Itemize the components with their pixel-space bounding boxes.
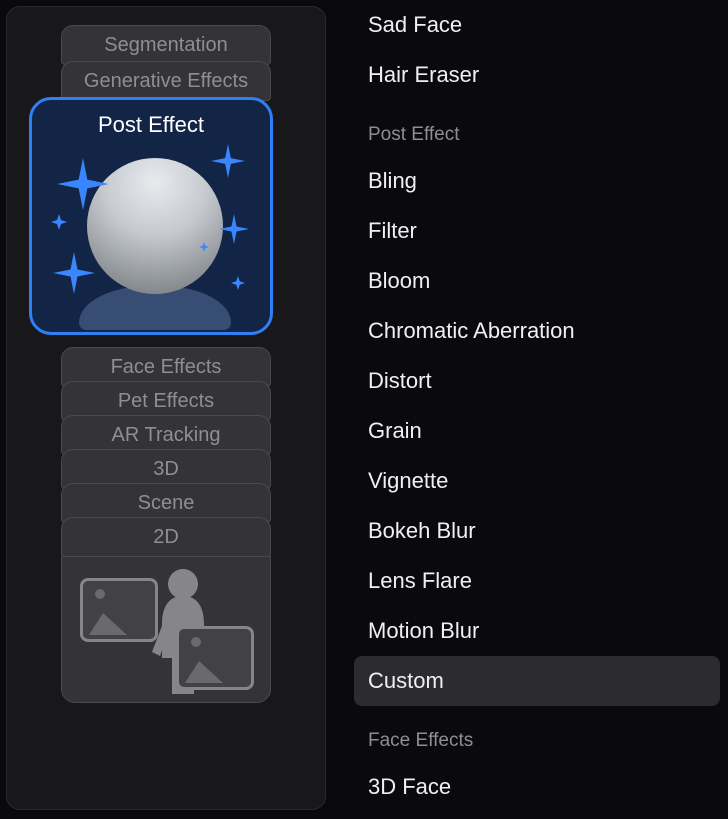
top-items-group: Sad Face Hair Eraser [354, 0, 720, 100]
effect-item-custom[interactable]: Custom [354, 656, 720, 706]
section-title-face-effects: Face Effects [354, 706, 720, 762]
effect-item-chromatic-aberration[interactable]: Chromatic Aberration [354, 306, 720, 356]
category-panel: Segmentation Generative Effects Post Eff… [6, 6, 326, 810]
post-effect-group: Bling Filter Bloom Chromatic Aberration … [354, 156, 720, 706]
effect-item-bling[interactable]: Bling [354, 156, 720, 206]
card-stack-below: Face Effects Pet Effects AR Tracking 3D … [29, 349, 303, 703]
sparkle-icon [211, 144, 245, 178]
effect-item-distort[interactable]: Distort [354, 356, 720, 406]
category-card-thumb[interactable] [61, 553, 271, 703]
effects-list: Sad Face Hair Eraser Post Effect Bling F… [330, 0, 728, 819]
card-stack-above: Segmentation Generative Effects [29, 25, 303, 97]
sparkle-icon [231, 276, 245, 290]
selected-card-title: Post Effect [98, 112, 204, 138]
effect-item-hair-eraser[interactable]: Hair Eraser [354, 50, 720, 100]
image-icon [176, 626, 254, 690]
category-card-generative-effects[interactable]: Generative Effects [61, 61, 271, 101]
effect-item-filter[interactable]: Filter [354, 206, 720, 256]
effect-item-lens-flare[interactable]: Lens Flare [354, 556, 720, 606]
post-effect-illustration [51, 144, 251, 324]
effect-item-grain[interactable]: Grain [354, 406, 720, 456]
category-card-post-effect[interactable]: Post Effect [29, 97, 273, 335]
effect-item-sad-face[interactable]: Sad Face [354, 0, 720, 50]
effect-item-3d-face[interactable]: 3D Face [354, 762, 720, 812]
image-icon [80, 578, 158, 642]
face-effects-group: 3D Face [354, 762, 720, 812]
sparkle-icon [57, 158, 109, 210]
category-card-2d[interactable]: 2D [61, 517, 271, 557]
category-card-segmentation[interactable]: Segmentation [61, 25, 271, 65]
effect-item-vignette[interactable]: Vignette [354, 456, 720, 506]
sparkle-icon [219, 214, 249, 244]
sparkle-icon [199, 242, 209, 252]
effect-item-motion-blur[interactable]: Motion Blur [354, 606, 720, 656]
effect-item-bokeh-blur[interactable]: Bokeh Blur [354, 506, 720, 556]
effect-item-bloom[interactable]: Bloom [354, 256, 720, 306]
sparkle-icon [53, 252, 95, 294]
sparkle-icon [51, 214, 67, 230]
section-title-post-effect: Post Effect [354, 100, 720, 156]
